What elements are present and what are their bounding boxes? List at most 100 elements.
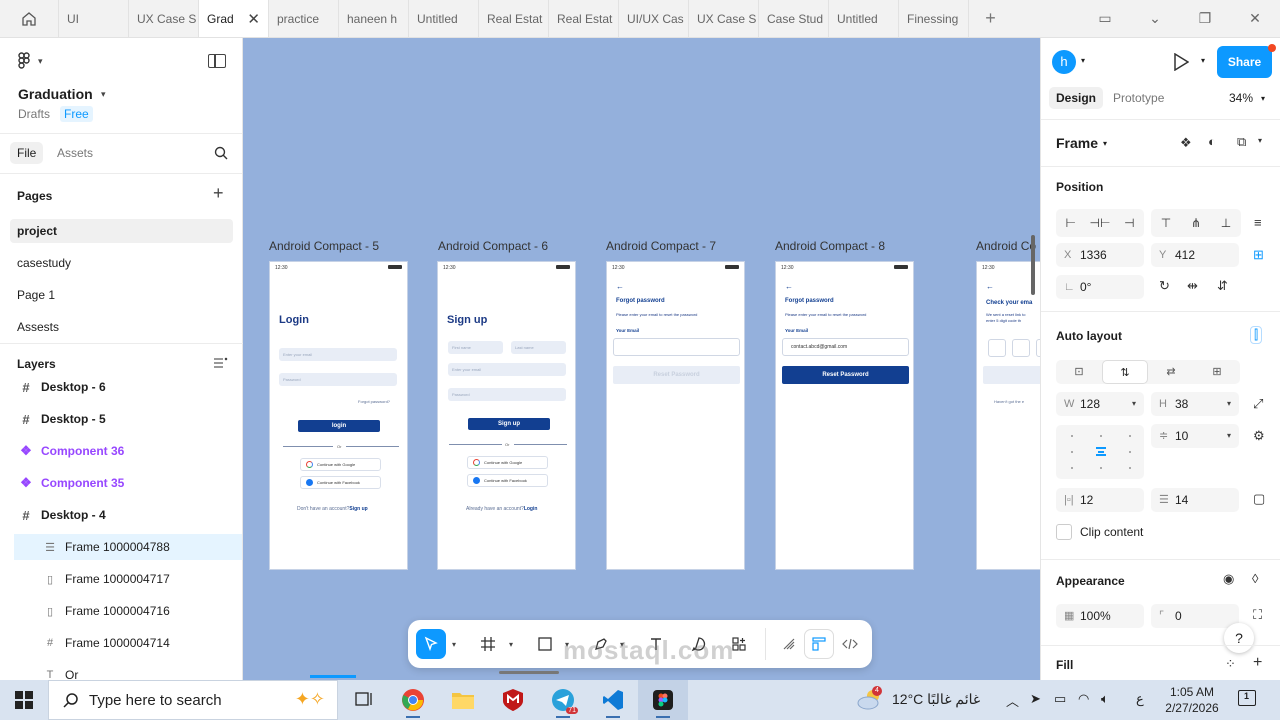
tab-file[interactable]: File [10,142,44,164]
design-canvas[interactable]: Android Compact - 5 Android Compact - 6 … [243,38,1040,680]
vscode-icon[interactable] [588,680,638,720]
taskbar-search[interactable]: Type here to search ✦✧ [48,680,338,720]
sidebar-toggle-icon[interactable] [208,54,226,68]
window-close-icon[interactable]: ✕ [1230,0,1280,37]
align-bottom-icon[interactable]: ⊥ [1211,209,1241,237]
layer-frame-1000004788[interactable]: ☰ Frame 1000004788 [14,534,242,560]
chevron-down-icon[interactable]: ▾ [101,89,106,100]
corner-settings-icon[interactable]: ⛶ [1253,607,1262,623]
phone-frame-check-email[interactable]: 12:30 ← Check your ema We sent a reset l… [976,261,1040,570]
rotation-field[interactable]: ∟ 0° [1056,275,1144,299]
layer-component-35[interactable]: ❖ Component 35 [14,470,242,496]
volume-icon[interactable]: 🔈︎ [1101,691,1109,707]
clock[interactable]: 1:05 AM 2/27/2026 [1164,684,1220,716]
height-field[interactable]: H 38 ▾ [1151,392,1239,416]
mask-icon[interactable]: ◐ [1208,134,1216,149]
restore-icon[interactable]: ❐ [1180,0,1230,37]
frame-label[interactable]: Android Compact - 8 [775,239,885,253]
sort-layers-icon[interactable] [214,357,228,369]
layer-desktop-4[interactable]: # Desktop - 4 [14,502,242,528]
reset-password-button[interactable]: Reset Password [782,366,909,384]
input-language[interactable]: ع [1136,691,1144,707]
layer-frame-1000004714[interactable]: # Frame 1000004714 [14,630,242,656]
tab-assets[interactable]: Assets [57,146,93,160]
align-middle-icon[interactable]: ⋔ [1181,209,1211,237]
flip-vertical-icon[interactable]: ⇵ [1217,278,1228,294]
play-icon[interactable] [1173,52,1190,74]
direction-free-icon[interactable]: ⊡ [1056,360,1102,384]
rotate-icon[interactable]: ↻ [1159,278,1170,294]
chevron-down-icon[interactable]: ▾ [452,640,456,649]
tab-ux-case-s-2[interactable]: UX Case S [688,0,758,37]
corner-radius-field[interactable]: ⌜ 0 [1151,604,1239,628]
alignment-box[interactable] [1056,425,1144,479]
tab-ui[interactable]: UI [58,0,128,37]
flip-horizontal-icon[interactable]: ⇹ [1187,278,1198,294]
reset-password-button[interactable]: Reset Password [613,366,740,384]
frame-label[interactable]: Android Compact - 7 [606,239,716,253]
x-position-field[interactable]: X 1336 [1056,243,1144,267]
tab-design[interactable]: Design [1049,87,1104,109]
auto-layout-toggle-icon[interactable]: ⫿ [1250,326,1263,344]
tab-grad[interactable]: Grad ✕ [198,0,268,37]
login-link[interactable]: Login [524,506,538,512]
constraints-icon[interactable]: ⊞ [1253,247,1264,263]
chevron-down-icon[interactable]: ▾ [1258,136,1262,145]
facebook-button[interactable]: Continue with Facebook [300,476,381,489]
chevron-down-icon[interactable]: ▾ [509,640,513,649]
layer-desktop-6[interactable]: # Desktop - 6 [14,374,242,400]
temperature[interactable]: 12°C غائم غالبًا [892,691,980,708]
tab-prototype[interactable]: Prototype [1113,91,1164,105]
draw-mode-icon[interactable] [774,629,804,659]
google-button[interactable]: Continue with Google [300,458,381,471]
gap-field[interactable]: ≑ 10 ▾ [1151,424,1239,448]
email-field[interactable]: contact.abcd@gmail.com [782,338,909,356]
phone-frame-forgot-empty[interactable]: 12:30 ← Forgot password Please enter you… [606,261,745,570]
opacity-field[interactable]: ▦ 100% [1056,604,1144,628]
copilot-sparkle-icon[interactable]: ✦✧ [295,689,325,710]
align-left-icon[interactable]: ⊢ [1056,209,1085,237]
login-button[interactable]: login [298,420,380,432]
forgot-password-link[interactable]: Forgot password? [358,399,390,404]
direction-horizontal-icon[interactable]: ⇄ [1148,360,1194,384]
frame-tool-icon[interactable] [473,629,503,659]
resize-icon[interactable]: ⤢ [1253,396,1263,412]
layer-frame-1000004716[interactable]: ▯ Frame 1000004716 [14,598,242,624]
styles-icon[interactable]: ⁘ [1225,656,1236,672]
chevron-down-icon[interactable]: ▾ [1261,94,1265,103]
close-icon[interactable]: ✕ [247,10,260,28]
last-name-input[interactable]: Last name [511,341,566,354]
width-field[interactable]: W 128 ▾ [1056,392,1144,416]
padding-horizontal-field[interactable]: |▫| 12 [1056,488,1144,512]
signup-link[interactable]: Sign up [349,506,367,512]
back-arrow-icon[interactable]: ← [616,282,624,291]
resend-link[interactable]: Haven't got the e [994,399,1024,404]
share-button[interactable]: Share [1217,46,1272,78]
project-title[interactable]: Graduation [18,86,93,102]
facebook-button[interactable]: Continue with Facebook [467,474,548,487]
align-center-h-icon[interactable]: ⊣⊢ [1085,209,1114,237]
first-name-input[interactable]: First name [448,341,503,354]
phone-frame-login[interactable]: 12:30 Login Enter your email Password Fo… [269,261,408,570]
layer-component-36[interactable]: ❖ Component 36 [14,438,242,464]
tab-real-estate-2[interactable]: Real Estat [548,0,618,37]
tab-ux-case-s[interactable]: UX Case S [128,0,198,37]
boolean-icon[interactable]: ⧉ [1237,134,1246,150]
chevron-up-icon[interactable]: ︿ [1006,691,1019,710]
frame-heading[interactable]: Frame [1056,135,1098,151]
tab-finessing[interactable]: Finessing [898,0,968,37]
chevron-down-icon[interactable]: ▾ [1201,56,1205,65]
dev-mode-icon[interactable] [835,629,865,659]
layer-frame-1000004717[interactable]: ▯ Frame 1000004717 [14,566,242,592]
wifi-icon[interactable]: ◠ [1078,691,1089,707]
email-input[interactable]: Enter your email [448,363,566,376]
mcafee-icon[interactable] [488,680,538,720]
tab-case-study[interactable]: Case Stud [758,0,828,37]
password-input[interactable]: Password [279,373,397,386]
phone-frame-forgot-filled[interactable]: 12:30 ← Forgot password Please enter you… [775,261,914,570]
signup-button[interactable]: Sign up [468,418,550,430]
tab-haneen[interactable]: haneen h [338,0,408,37]
drafts-label[interactable]: Drafts [18,107,50,121]
google-button[interactable]: Continue with Google [467,456,548,469]
battery-icon[interactable]: ▭ [1054,691,1066,707]
